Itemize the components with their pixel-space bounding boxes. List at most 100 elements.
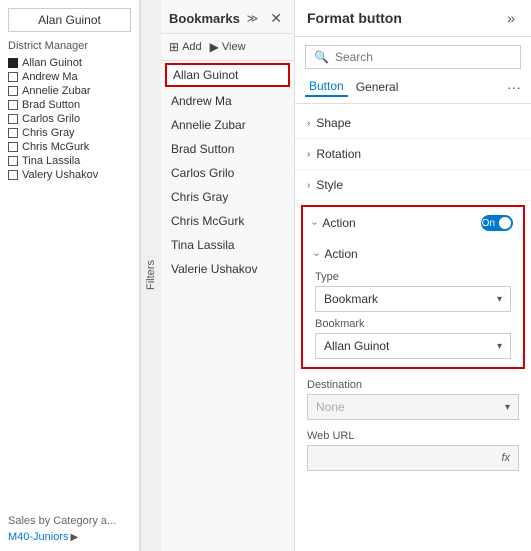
slicer-box[interactable]: Alan Guinot [8,8,131,32]
action-sub-label: Action [324,247,357,261]
weburl-input[interactable] [316,451,497,465]
bookmarks-close-button[interactable]: ✕ [266,8,286,29]
chevron-right-icon: ▶ [71,532,79,543]
dropdown-arrow-icon: ▾ [497,294,502,305]
type-field-label: Type [315,271,511,283]
district-name: Allan Guinot [22,57,82,69]
district-name: Valery Ushakov [22,169,98,181]
chevron-right-icon: › [307,180,310,191]
district-name: Andrew Ma [22,71,78,83]
bookmark-item[interactable]: Tina Lassila [161,233,294,257]
chevron-down-icon: › [311,252,322,255]
checkbox-icon [8,72,18,82]
left-panel: Alan Guinot District Manager Allan Guino… [0,0,140,551]
format-header: Format button » [295,0,531,37]
action-toggle[interactable]: On [481,215,513,231]
checkbox-icon [8,58,18,68]
format-tabs: Button General ··· [295,77,531,104]
district-name: Chris Gray [22,127,75,139]
format-expand-button[interactable]: » [503,8,519,28]
chevron-right-icon: › [307,118,310,129]
bottom-link-text: M40-Juniors [8,531,69,543]
tab-general[interactable]: General [352,78,403,96]
type-dropdown[interactable]: Bookmark ▾ [315,286,511,312]
district-list-item[interactable]: Andrew Ma [8,70,131,84]
checkbox-icon [8,142,18,152]
toggle-on-label: On [482,218,495,229]
district-name: Carlos Grilo [22,113,80,125]
type-value: Bookmark [324,292,497,306]
checkbox-icon [8,86,18,96]
action-main-label: Action [322,216,355,230]
destination-dropdown[interactable]: None ▾ [307,394,519,420]
bookmark-item[interactable]: Chris Gray [161,185,294,209]
weburl-field: fx [307,445,519,471]
chevron-down-icon: › [309,221,320,224]
district-list: Allan Guinot Andrew Ma Annelie ZubarBrad S… [8,56,131,182]
bookmark-dropdown[interactable]: Allan Guinot ▾ [315,333,511,359]
district-label: District Manager [8,40,131,52]
search-bar[interactable]: 🔍 [305,45,521,69]
view-label: View [222,41,246,53]
district-list-item[interactable]: Carlos Grilo [8,112,131,126]
bookmarks-list: Allan GuinotAndrew MaAnnelie ZubarBrad S… [161,61,294,551]
search-input[interactable] [335,50,512,64]
style-section[interactable]: › Style [295,170,531,201]
format-panel: Format button » 🔍 Button General ··· › S… [295,0,531,551]
bookmarks-panel: Filters Bookmarks ≫ ✕ ⊞ Add ▶ View Allan… [140,0,295,551]
district-list-item[interactable]: Tina Lassila [8,154,131,168]
district-list-item[interactable]: Allan Guinot [8,56,131,70]
district-list-item[interactable]: Chris Gray [8,126,131,140]
bookmarks-header: Bookmarks ≫ ✕ [161,0,294,34]
action-sub-header[interactable]: › Action [315,243,511,265]
format-title: Format button [307,10,402,26]
format-body: › Shape › Rotation › Style › Action On [295,104,531,551]
bookmark-item[interactable]: Carlos Grilo [161,161,294,185]
view-icon: ▶ [210,40,219,54]
shape-section[interactable]: › Shape [295,108,531,139]
shape-label: Shape [316,116,351,130]
add-icon: ⊞ [169,40,179,54]
view-bookmark-button[interactable]: ▶ View [210,40,246,54]
bookmark-item[interactable]: Valerie Ushakov [161,257,294,281]
destination-value: None [316,400,505,414]
district-name: Annelie Zubar [22,85,91,97]
checkbox-icon [8,128,18,138]
bookmark-item[interactable]: Allan Guinot [165,63,290,87]
bookmarks-expand-button[interactable]: ≫ [243,10,263,27]
tab-button[interactable]: Button [305,77,348,97]
bookmark-item[interactable]: Andrew Ma [161,89,294,113]
destination-label: Destination [307,379,519,391]
dropdown-arrow-icon: ▾ [505,402,510,413]
dropdown-arrow-icon: ▾ [497,341,502,352]
checkbox-icon [8,100,18,110]
district-list-item[interactable]: Annelie Zubar [8,84,131,98]
sales-label: Sales by Category a... [8,515,131,527]
checkbox-icon [8,170,18,180]
district-list-item[interactable]: Valery Ushakov [8,168,131,182]
checkbox-icon [8,156,18,166]
bookmark-field-label: Bookmark [315,318,511,330]
bookmark-item[interactable]: Chris McGurk [161,209,294,233]
format-header-right: » [503,8,519,28]
chevron-right-icon: › [307,149,310,160]
filters-tab[interactable]: Filters [140,0,161,551]
rotation-section[interactable]: › Rotation [295,139,531,170]
action-header-row[interactable]: › Action On [303,207,523,239]
bookmarks-toolbar: ⊞ Add ▶ View [161,34,294,61]
checkbox-icon [8,114,18,124]
district-name: Tina Lassila [22,155,80,167]
bookmark-item[interactable]: Brad Sutton [161,137,294,161]
weburl-label: Web URL [307,430,519,442]
bookmark-item[interactable]: Annelie Zubar [161,113,294,137]
fx-button[interactable]: fx [501,452,510,464]
add-bookmark-button[interactable]: ⊞ Add [169,40,202,54]
district-list-item[interactable]: Brad Sutton [8,98,131,112]
rotation-label: Rotation [316,147,361,161]
bookmarks-title: Bookmarks [169,11,240,26]
style-label: Style [316,178,343,192]
district-name: Chris McGurk [22,141,89,153]
tab-more-button[interactable]: ··· [507,79,521,95]
district-list-item[interactable]: Chris McGurk [8,140,131,154]
bottom-link[interactable]: M40-Juniors ▶ [8,531,131,543]
